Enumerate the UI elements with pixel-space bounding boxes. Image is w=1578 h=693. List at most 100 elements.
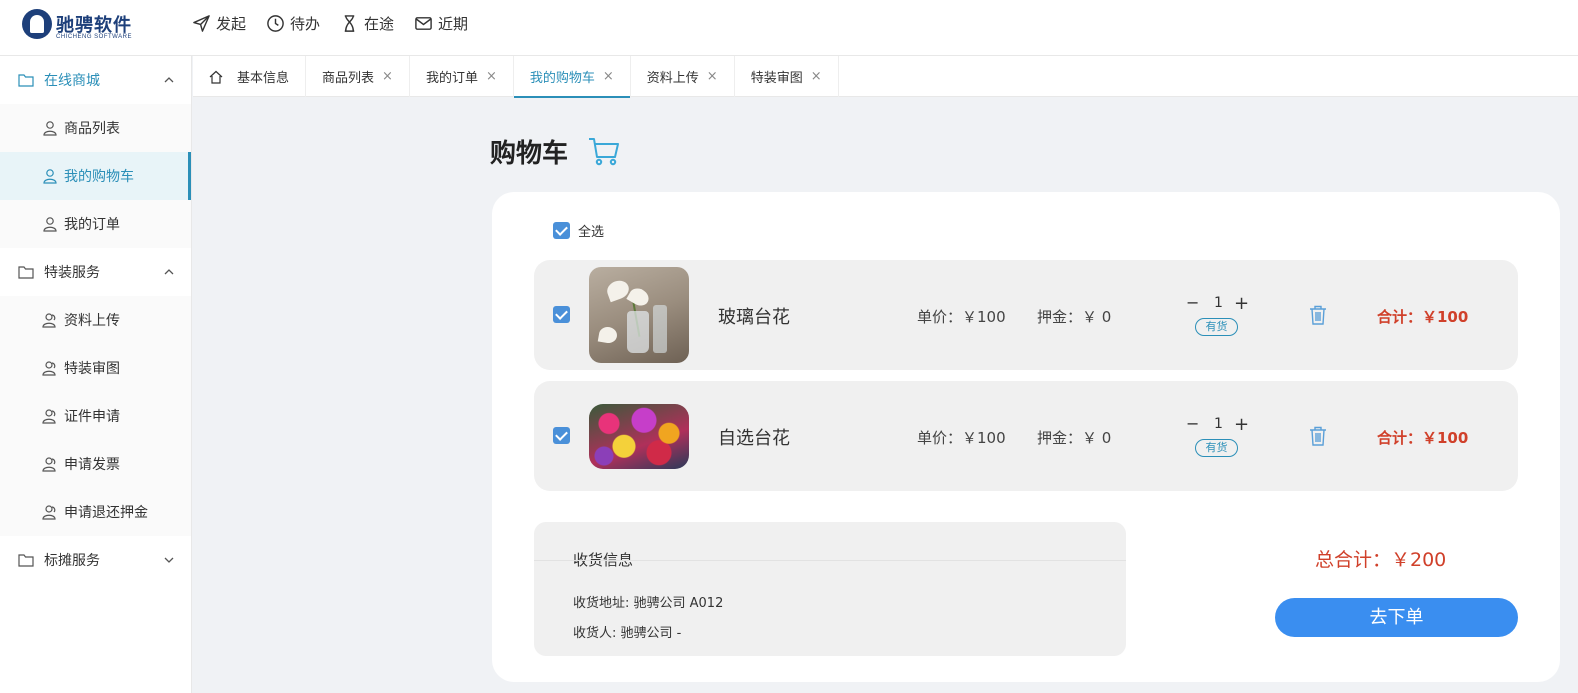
- users-icon: [42, 409, 56, 424]
- sidebar-item-label: 证件申请: [64, 409, 120, 425]
- sidebar: 在线商城 商品列表 我的购物车 我的订单 特装服务 资料上传 特装审图 证件申请…: [0, 56, 192, 693]
- sidebar-item-deposit-refund[interactable]: 申请退还押金: [0, 488, 191, 536]
- deposit: 押金：￥ 0: [1037, 308, 1112, 326]
- chevron-down-icon: [164, 557, 174, 563]
- select-all-checkbox[interactable]: [553, 222, 570, 239]
- trash-icon[interactable]: [1308, 304, 1328, 326]
- sidebar-item-upload[interactable]: 资料上传: [0, 296, 191, 344]
- trash-icon[interactable]: [1308, 425, 1328, 447]
- sidebar-item-product-list[interactable]: 商品列表: [0, 104, 191, 152]
- folder-icon: [18, 554, 34, 567]
- topnav-recent-label: 近期: [438, 15, 469, 33]
- sidebar-group-label: 在线商城: [44, 73, 100, 89]
- close-icon[interactable]: ×: [707, 69, 718, 84]
- increase-button[interactable]: +: [1234, 414, 1249, 435]
- quantity-value: 1: [1214, 416, 1223, 432]
- tab-label: 基本信息: [237, 71, 290, 86]
- topnav-inprogress-label: 在途: [364, 15, 395, 33]
- chevron-up-icon: [164, 269, 174, 275]
- app-logo[interactable]: 驰骋软件 CHICHENG SOFTWARE: [22, 9, 142, 45]
- tab-label: 商品列表: [322, 71, 375, 86]
- quantity-stepper: − 1 +: [1186, 414, 1249, 438]
- shipping-info-panel: 收货信息 收货地址: 驰骋公司 A012 收货人: 驰骋公司 -: [534, 522, 1126, 656]
- folder-icon: [18, 74, 34, 87]
- increase-button[interactable]: +: [1234, 293, 1249, 314]
- users-icon: [42, 313, 56, 328]
- user-icon: [43, 121, 57, 136]
- top-header: 驰骋软件 CHICHENG SOFTWARE 发起 待办 在途 近期: [0, 0, 1578, 56]
- select-all[interactable]: 全选: [553, 221, 604, 240]
- grand-total: 总合计：￥200: [1315, 549, 1447, 571]
- product-name[interactable]: 玻璃台花: [718, 303, 790, 329]
- cart-item-row: 自选台花 单价：￥100 押金：￥ 0 − 1 + 有货 合计：￥100: [534, 381, 1518, 491]
- sidebar-group-label: 标摊服务: [44, 553, 100, 569]
- tab-label: 我的订单: [425, 71, 478, 86]
- sidebar-item-label: 我的购物车: [64, 169, 134, 185]
- sidebar-item-certificate[interactable]: 证件申请: [0, 392, 191, 440]
- users-icon: [42, 505, 56, 520]
- mail-icon: [415, 17, 432, 30]
- folder-icon: [18, 266, 34, 279]
- sidebar-item-my-orders[interactable]: 我的订单: [0, 200, 191, 248]
- sidebar-item-label: 商品列表: [64, 121, 120, 137]
- product-image[interactable]: [589, 404, 689, 469]
- logo-subtitle: CHICHENG SOFTWARE: [56, 34, 132, 40]
- sidebar-item-label: 特装审图: [64, 361, 120, 377]
- chevron-up-icon: [164, 77, 174, 83]
- quantity-value: 1: [1214, 295, 1223, 311]
- users-icon: [42, 457, 56, 472]
- page-title: 购物车: [490, 139, 569, 169]
- item-checkbox[interactable]: [553, 427, 570, 444]
- tab-label: 特装审图: [750, 71, 803, 86]
- stock-badge: 有货: [1195, 318, 1238, 336]
- topnav-send-label: 发起: [216, 15, 247, 33]
- users-icon: [42, 361, 56, 376]
- tab-basic-info[interactable]: 基本信息: [193, 56, 307, 97]
- sidebar-item-label: 申请发票: [64, 457, 120, 473]
- shipping-receiver: 收货人: 驰骋公司 -: [573, 626, 682, 641]
- close-icon[interactable]: ×: [811, 69, 822, 84]
- sidebar-group-online-mall[interactable]: 在线商城: [0, 56, 191, 104]
- user-icon: [43, 217, 57, 232]
- sidebar-item-label: 资料上传: [64, 313, 120, 329]
- topnav-send[interactable]: 发起: [192, 13, 246, 34]
- sidebar-item-drawing-review[interactable]: 特装审图: [0, 344, 191, 392]
- tab-label: 我的购物车: [529, 71, 595, 86]
- sidebar-item-label: 申请退还押金: [64, 505, 148, 521]
- select-all-label: 全选: [578, 225, 605, 240]
- hourglass-icon: [344, 15, 355, 32]
- decrease-button[interactable]: −: [1186, 414, 1199, 433]
- home-icon: [209, 70, 223, 84]
- divider: [534, 560, 1126, 561]
- place-order-button[interactable]: 去下单: [1275, 598, 1518, 637]
- topnav-todo[interactable]: 待办: [266, 13, 320, 34]
- unit-price: 单价：￥100: [917, 308, 1006, 326]
- close-icon[interactable]: ×: [382, 69, 393, 84]
- sidebar-group-booth-service[interactable]: 标摊服务: [0, 536, 191, 584]
- close-icon[interactable]: ×: [486, 69, 497, 84]
- user-icon: [43, 169, 57, 184]
- sidebar-item-my-cart[interactable]: 我的购物车: [0, 152, 191, 200]
- item-checkbox[interactable]: [553, 306, 570, 323]
- sidebar-group-label: 特装服务: [44, 265, 100, 281]
- topnav-recent[interactable]: 近期: [414, 13, 468, 34]
- tab-bar: 基本信息 商品列表 × 我的订单 × 我的购物车 × 资料上传 × 特装审图 ×: [193, 56, 1578, 98]
- tab-my-cart[interactable]: 我的购物车 ×: [513, 56, 631, 98]
- send-icon: [193, 15, 210, 32]
- deposit: 押金：￥ 0: [1037, 429, 1112, 447]
- topnav-inprogress[interactable]: 在途: [340, 13, 394, 34]
- tab-drawing-review[interactable]: 特装审图 ×: [735, 56, 839, 97]
- tab-my-orders[interactable]: 我的订单 ×: [410, 56, 514, 97]
- sidebar-group-special-service[interactable]: 特装服务: [0, 248, 191, 296]
- shipping-address: 收货地址: 驰骋公司 A012: [573, 596, 724, 611]
- close-icon[interactable]: ×: [603, 69, 614, 84]
- decrease-button[interactable]: −: [1186, 293, 1199, 312]
- topnav-todo-label: 待办: [290, 15, 321, 33]
- product-name[interactable]: 自选台花: [718, 424, 790, 450]
- sidebar-item-label: 我的订单: [64, 217, 120, 233]
- tab-upload[interactable]: 资料上传 ×: [631, 56, 735, 97]
- sidebar-item-invoice[interactable]: 申请发票: [0, 440, 191, 488]
- tab-product-list[interactable]: 商品列表 ×: [306, 56, 410, 97]
- clock-icon: [267, 15, 284, 32]
- product-image[interactable]: [589, 267, 689, 363]
